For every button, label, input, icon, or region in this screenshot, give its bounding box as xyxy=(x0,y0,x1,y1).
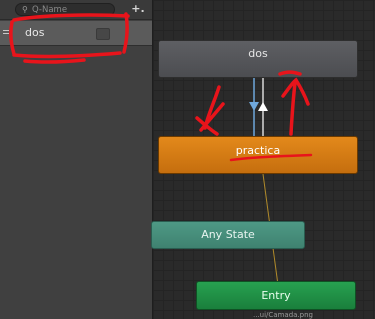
parameters-panel: ⚲ +. dos xyxy=(0,0,153,319)
layer-item[interactable]: dos xyxy=(0,21,152,46)
animator-graph[interactable]: dos practica Any State Entry ...ui/Camad… xyxy=(151,0,375,319)
panel-toolbar: ⚲ +. xyxy=(0,0,152,20)
add-layer-button[interactable]: +. xyxy=(130,2,146,16)
drag-handle-icon[interactable] xyxy=(3,30,9,36)
search-field[interactable]: ⚲ xyxy=(15,3,115,16)
search-icon: ⚲ xyxy=(22,5,28,14)
state-practica[interactable]: practica xyxy=(158,136,358,174)
arrow-down-icon xyxy=(249,102,259,111)
state-entry[interactable]: Entry xyxy=(196,281,356,310)
layer-settings-icon[interactable] xyxy=(96,28,110,40)
state-dos[interactable]: dos xyxy=(158,40,358,78)
search-input[interactable] xyxy=(32,4,110,15)
footer-path-text: ...ui/Camada.png xyxy=(253,311,313,319)
arrow-up-icon xyxy=(258,102,268,111)
layer-name: dos xyxy=(25,26,45,39)
state-any-state[interactable]: Any State xyxy=(151,221,305,249)
